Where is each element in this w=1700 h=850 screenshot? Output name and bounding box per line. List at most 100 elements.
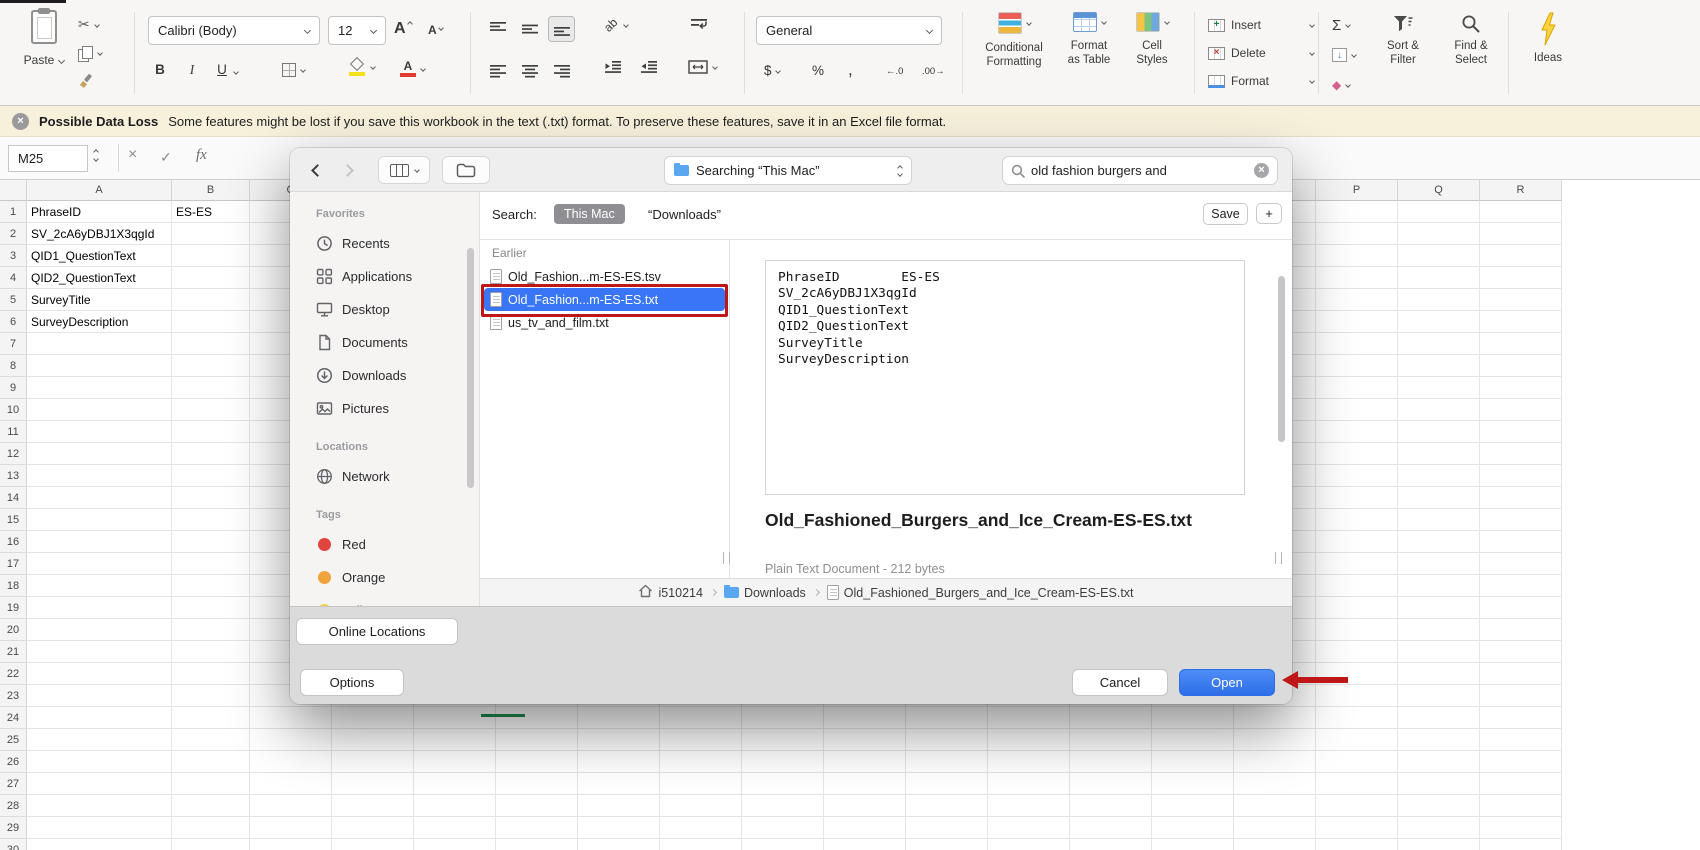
cell-P15[interactable] bbox=[1316, 509, 1398, 531]
cell-D25[interactable] bbox=[332, 729, 414, 751]
cell-B17[interactable] bbox=[172, 553, 250, 575]
bold-button[interactable]: B bbox=[150, 62, 170, 77]
cell-N29[interactable] bbox=[1152, 817, 1234, 839]
cell-P12[interactable] bbox=[1316, 443, 1398, 465]
align-bottom-button[interactable] bbox=[548, 16, 575, 42]
sidebar-item-documents[interactable]: Documents bbox=[290, 326, 479, 359]
cell-G25[interactable] bbox=[578, 729, 660, 751]
sidebar-item-orange[interactable]: Orange bbox=[290, 561, 479, 594]
cell-J30[interactable] bbox=[824, 839, 906, 850]
close-warning-icon[interactable] bbox=[12, 112, 29, 130]
cell-A22[interactable] bbox=[27, 663, 172, 685]
cell-O25[interactable] bbox=[1234, 729, 1316, 751]
borders-button[interactable] bbox=[282, 63, 306, 77]
cell-B27[interactable] bbox=[172, 773, 250, 795]
cell-B19[interactable] bbox=[172, 597, 250, 619]
cell-P5[interactable] bbox=[1316, 289, 1398, 311]
cell-Q6[interactable] bbox=[1398, 311, 1480, 333]
align-center-button[interactable] bbox=[516, 58, 543, 84]
cell-styles-button[interactable]: Cell Styles bbox=[1124, 12, 1180, 67]
cell-B5[interactable] bbox=[172, 289, 250, 311]
cell-I26[interactable] bbox=[742, 751, 824, 773]
fill-color-button[interactable] bbox=[348, 58, 376, 76]
cell-N26[interactable] bbox=[1152, 751, 1234, 773]
cell-B11[interactable] bbox=[172, 421, 250, 443]
cell-A20[interactable] bbox=[27, 619, 172, 641]
sidebar-item-downloads[interactable]: Downloads bbox=[290, 359, 479, 392]
cell-K28[interactable] bbox=[906, 795, 988, 817]
cell-B16[interactable] bbox=[172, 531, 250, 553]
cell-A24[interactable] bbox=[27, 707, 172, 729]
increase-indent-button[interactable] bbox=[640, 60, 658, 79]
cell-C29[interactable] bbox=[250, 817, 332, 839]
increase-decimal-button[interactable]: ←.0 bbox=[886, 66, 903, 77]
column-header-Q[interactable]: Q bbox=[1398, 180, 1480, 201]
cell-Q15[interactable] bbox=[1398, 509, 1480, 531]
path-item-2[interactable]: Downloads bbox=[723, 584, 806, 600]
cell-E27[interactable] bbox=[414, 773, 496, 795]
online-locations-button[interactable]: Online Locations bbox=[296, 618, 458, 645]
cell-R5[interactable] bbox=[1480, 289, 1562, 311]
cell-B4[interactable] bbox=[172, 267, 250, 289]
cell-B28[interactable] bbox=[172, 795, 250, 817]
cell-P17[interactable] bbox=[1316, 553, 1398, 575]
cell-R8[interactable] bbox=[1480, 355, 1562, 377]
row-header-29[interactable]: 29 bbox=[0, 817, 27, 839]
cell-B12[interactable] bbox=[172, 443, 250, 465]
cell-N27[interactable] bbox=[1152, 773, 1234, 795]
row-header-27[interactable]: 27 bbox=[0, 773, 27, 795]
number-format-select[interactable]: General bbox=[756, 16, 942, 45]
cell-I29[interactable] bbox=[742, 817, 824, 839]
cell-A26[interactable] bbox=[27, 751, 172, 773]
underline-button[interactable]: U bbox=[212, 62, 232, 77]
row-header-5[interactable]: 5 bbox=[0, 289, 27, 311]
confirm-entry-icon[interactable] bbox=[160, 149, 172, 167]
row-header-11[interactable]: 11 bbox=[0, 421, 27, 443]
cell-E29[interactable] bbox=[414, 817, 496, 839]
cell-Q3[interactable] bbox=[1398, 245, 1480, 267]
cell-R12[interactable] bbox=[1480, 443, 1562, 465]
fill-button[interactable] bbox=[1332, 46, 1357, 64]
decrease-font-size-button[interactable]: A bbox=[428, 23, 444, 37]
cell-A5[interactable]: SurveyTitle bbox=[27, 289, 172, 311]
cell-R1[interactable] bbox=[1480, 201, 1562, 223]
cell-M28[interactable] bbox=[1070, 795, 1152, 817]
cell-J24[interactable] bbox=[824, 707, 906, 729]
sidebar-item-pictures[interactable]: Pictures bbox=[290, 392, 479, 425]
cell-Q22[interactable] bbox=[1398, 663, 1480, 685]
cell-P2[interactable] bbox=[1316, 223, 1398, 245]
cell-A7[interactable] bbox=[27, 333, 172, 355]
cell-A13[interactable] bbox=[27, 465, 172, 487]
cell-M26[interactable] bbox=[1070, 751, 1152, 773]
cell-P11[interactable] bbox=[1316, 421, 1398, 443]
folder-actions-button[interactable] bbox=[442, 156, 490, 184]
cell-A1[interactable]: PhraseID bbox=[27, 201, 172, 223]
cell-E25[interactable] bbox=[414, 729, 496, 751]
cell-Q19[interactable] bbox=[1398, 597, 1480, 619]
cell-F30[interactable] bbox=[496, 839, 578, 850]
cell-B18[interactable] bbox=[172, 575, 250, 597]
cell-R18[interactable] bbox=[1480, 575, 1562, 597]
cell-R29[interactable] bbox=[1480, 817, 1562, 839]
cell-R10[interactable] bbox=[1480, 399, 1562, 421]
cell-J26[interactable] bbox=[824, 751, 906, 773]
cell-Q9[interactable] bbox=[1398, 377, 1480, 399]
font-color-button[interactable]: A bbox=[400, 60, 426, 77]
cell-R14[interactable] bbox=[1480, 487, 1562, 509]
cell-A6[interactable]: SurveyDescription bbox=[27, 311, 172, 333]
cell-A16[interactable] bbox=[27, 531, 172, 553]
cell-P20[interactable] bbox=[1316, 619, 1398, 641]
cell-A28[interactable] bbox=[27, 795, 172, 817]
cell-Q30[interactable] bbox=[1398, 839, 1480, 850]
cell-D26[interactable] bbox=[332, 751, 414, 773]
cell-M24[interactable] bbox=[1070, 707, 1152, 729]
cell-E26[interactable] bbox=[414, 751, 496, 773]
cell-F28[interactable] bbox=[496, 795, 578, 817]
cell-I27[interactable] bbox=[742, 773, 824, 795]
delete-button[interactable]: Delete bbox=[1208, 46, 1315, 60]
cell-I24[interactable] bbox=[742, 707, 824, 729]
row-header-25[interactable]: 25 bbox=[0, 729, 27, 751]
cell-K30[interactable] bbox=[906, 839, 988, 850]
cell-P30[interactable] bbox=[1316, 839, 1398, 850]
cell-G24[interactable] bbox=[578, 707, 660, 729]
